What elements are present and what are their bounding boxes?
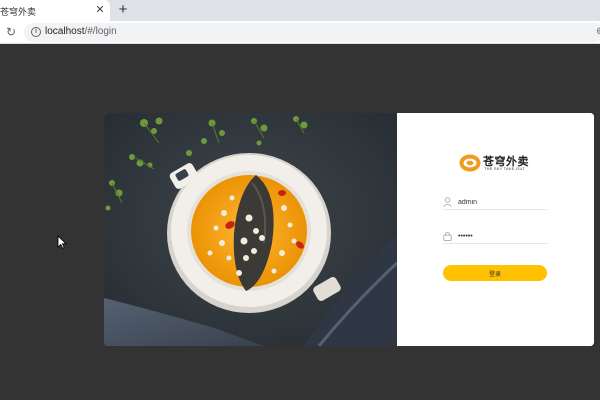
tab-title: 苍穹外卖 — [0, 7, 37, 17]
info-icon[interactable]: i — [31, 27, 41, 37]
reload-icon[interactable]: ↻ — [4, 24, 18, 40]
brand-logo: 苍穹外卖 THE SKY TAKE-OUT — [459, 154, 539, 174]
lock-icon — [443, 231, 452, 241]
login-hero-image — [104, 113, 397, 346]
browser-toolbar: ↻ i localhost/#/login ⊕ — [0, 21, 600, 44]
browser-tab-active[interactable]: 苍穹外卖 ✕ — [0, 0, 110, 21]
address-url[interactable]: localhost/#/login — [45, 26, 117, 37]
browser-tab-strip: 苍穹外卖 ✕ + — [0, 0, 600, 21]
close-icon[interactable]: ✕ — [94, 3, 106, 17]
username-input[interactable] — [458, 196, 546, 208]
password-input[interactable] — [458, 230, 546, 242]
user-icon — [443, 197, 452, 207]
login-form-panel: 苍穹外卖 THE SKY TAKE-OUT 登录 — [397, 113, 594, 346]
username-field — [443, 196, 547, 210]
url-path: /#/login — [84, 26, 117, 37]
brand-name-en: THE SKY TAKE-OUT — [484, 166, 526, 171]
login-button[interactable]: 登录 — [443, 265, 547, 281]
mouse-cursor-icon — [57, 235, 67, 249]
plus-icon[interactable]: + — [116, 2, 130, 18]
brand-logo-icon — [459, 154, 481, 172]
url-host: localhost — [45, 26, 85, 37]
login-card: 苍穹外卖 THE SKY TAKE-OUT 登录 — [104, 113, 594, 346]
password-field — [443, 230, 547, 244]
address-bar[interactable]: i localhost/#/login ⊕ — [24, 23, 600, 42]
zoom-icon[interactable]: ⊕ — [596, 26, 600, 37]
